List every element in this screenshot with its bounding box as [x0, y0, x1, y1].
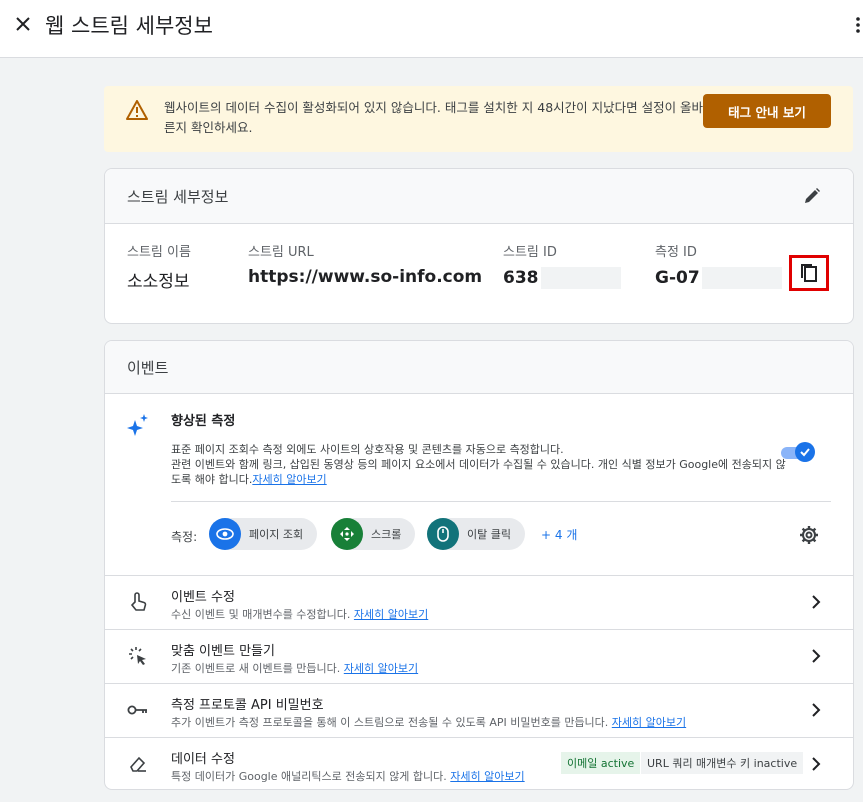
stream-id-value: 638 [503, 268, 539, 288]
enhanced-measurement-section: 향상된 측정 표준 페이지 조회수 측정 외에도 사이트의 상호작용 및 콘텐츠… [105, 394, 853, 574]
row-title: 측정 프로토콜 API 비밀번호 [171, 698, 324, 713]
chevron-right-icon [807, 701, 825, 719]
row-measurement-protocol-api-secrets[interactable]: 측정 프로토콜 API 비밀번호 추가 이벤트가 측정 프로토콜을 통해 이 스… [105, 683, 853, 737]
row-title: 데이터 수정 [171, 752, 235, 767]
enhanced-measurement-toggle[interactable] [779, 442, 815, 462]
eraser-icon [127, 753, 149, 775]
page-title: 웹 스트림 세부정보 [45, 14, 213, 38]
row-modify-events[interactable]: 이벤트 수정 수신 이벤트 및 매개변수를 수정합니다. 자세히 알아보기 [105, 575, 853, 629]
events-header: 이벤트 [105, 341, 853, 394]
key-icon [127, 699, 149, 721]
row-create-custom-event[interactable]: 맞춤 이벤트 만들기 기존 이벤트로 새 이벤트를 만듭니다. 자세히 알아보기 [105, 629, 853, 683]
stream-id-label: 스트림 ID [503, 245, 557, 260]
chip-label: 이탈 클릭 [467, 528, 511, 541]
enhanced-measurement-title: 향상된 측정 [171, 414, 236, 429]
enhanced-measurement-description: 표준 페이지 조회수 측정 외에도 사이트의 상호작용 및 콘텐츠를 자동으로 … [171, 442, 791, 487]
stream-details-header: 스트림 세부정보 [105, 169, 853, 224]
stream-id-field: 스트림 ID 638 [503, 241, 621, 289]
events-heading: 이벤트 [127, 359, 169, 377]
stream-details-heading: 스트림 세부정보 [127, 188, 229, 206]
learn-more-link[interactable]: 자세히 알아보기 [612, 716, 686, 729]
chevron-right-icon [807, 755, 825, 773]
pencil-icon[interactable] [801, 185, 823, 207]
stream-details-card: 스트림 세부정보 스트림 이름 소소정보 스트림 URL https://www… [104, 168, 854, 324]
scroll-icon [331, 518, 363, 550]
divider [171, 501, 831, 502]
warning-icon [126, 100, 148, 124]
learn-more-link[interactable]: 자세히 알아보기 [450, 770, 524, 783]
learn-more-link[interactable]: 자세히 알아보기 [344, 662, 418, 675]
chevron-right-icon [807, 593, 825, 611]
redaction-mask [701, 267, 782, 289]
row-description: 기존 이벤트로 새 이벤트를 만듭니다. 자세히 알아보기 [171, 662, 419, 675]
check-icon [795, 442, 815, 462]
stream-url-value: https://www.so-info.com [248, 267, 483, 287]
row-data-redaction[interactable]: 데이터 수정 특정 데이터가 Google 애널리틱스로 전송되지 않게 합니다… [105, 737, 853, 789]
row-description: 추가 이벤트가 측정 프로토콜을 통해 이 스트림으로 전송될 수 있도록 AP… [171, 716, 687, 729]
learn-more-link[interactable]: 자세히 알아보기 [354, 608, 428, 621]
more-vert-icon[interactable] [853, 14, 863, 36]
redaction-mask [540, 267, 621, 289]
measurement-id-field: 측정 ID G-07 [655, 241, 782, 289]
stream-name-label: 스트림 이름 [127, 245, 191, 260]
chip-page-view[interactable]: 페이지 조회 [209, 518, 318, 550]
row-description: 수신 이벤트 및 매개변수를 수정합니다. 자세히 알아보기 [171, 608, 429, 621]
chip-scroll[interactable]: 스크롤 [331, 518, 416, 550]
email-status-badge: 이메일 active [561, 752, 641, 774]
enhanced-desc-line1: 표준 페이지 조회수 측정 외에도 사이트의 상호작용 및 콘텐츠를 자동으로 … [171, 443, 564, 456]
app-header: 웹 스트림 세부정보 [0, 0, 863, 58]
chevron-right-icon [807, 647, 825, 665]
eye-icon [209, 518, 241, 550]
sparkle-click-icon [127, 645, 149, 667]
measurement-label: 측정: [171, 530, 198, 544]
row-title: 맞춤 이벤트 만들기 [171, 644, 275, 659]
chip-outbound-click[interactable]: 이탈 클릭 [427, 518, 525, 550]
learn-more-link[interactable]: 자세히 알아보기 [252, 473, 326, 486]
tag-guide-button[interactable]: 태그 안내 보기 [703, 94, 831, 128]
chip-label: 스크롤 [371, 528, 402, 541]
row-title: 이벤트 수정 [171, 590, 235, 605]
url-query-status-badge: URL 쿼리 매개변수 키 inactive [641, 752, 804, 774]
stream-url-field: 스트림 URL https://www.so-info.com [248, 241, 482, 287]
measurement-id-value: G-07 [655, 268, 700, 288]
copy-icon[interactable] [789, 255, 829, 291]
gear-icon[interactable] [799, 525, 821, 547]
warning-banner: 웹사이트의 데이터 수집이 활성화되어 있지 않습니다. 태그를 설치한 지 4… [104, 86, 853, 152]
touch-icon [127, 591, 149, 613]
more-measurements-link[interactable]: + 4 개 [541, 526, 577, 543]
measurement-id-label: 측정 ID [655, 245, 697, 260]
stream-url-label: 스트림 URL [248, 245, 314, 260]
row-description: 특정 데이터가 Google 애널리틱스로 전송되지 않게 합니다. 자세히 알… [171, 770, 525, 783]
sparkle-icon [127, 414, 149, 440]
chip-label: 페이지 조회 [249, 528, 304, 541]
events-card: 이벤트 향상된 측정 표준 페이지 조회수 측정 외에도 사이트의 상호작용 및… [104, 340, 854, 790]
mouse-icon [427, 518, 459, 550]
close-icon[interactable] [12, 13, 34, 35]
stream-name-value: 소소정보 [127, 272, 190, 292]
banner-message: 웹사이트의 데이터 수집이 활성화되어 있지 않습니다. 태그를 설치한 지 4… [164, 100, 704, 135]
stream-name-field: 스트림 이름 소소정보 [127, 241, 191, 292]
